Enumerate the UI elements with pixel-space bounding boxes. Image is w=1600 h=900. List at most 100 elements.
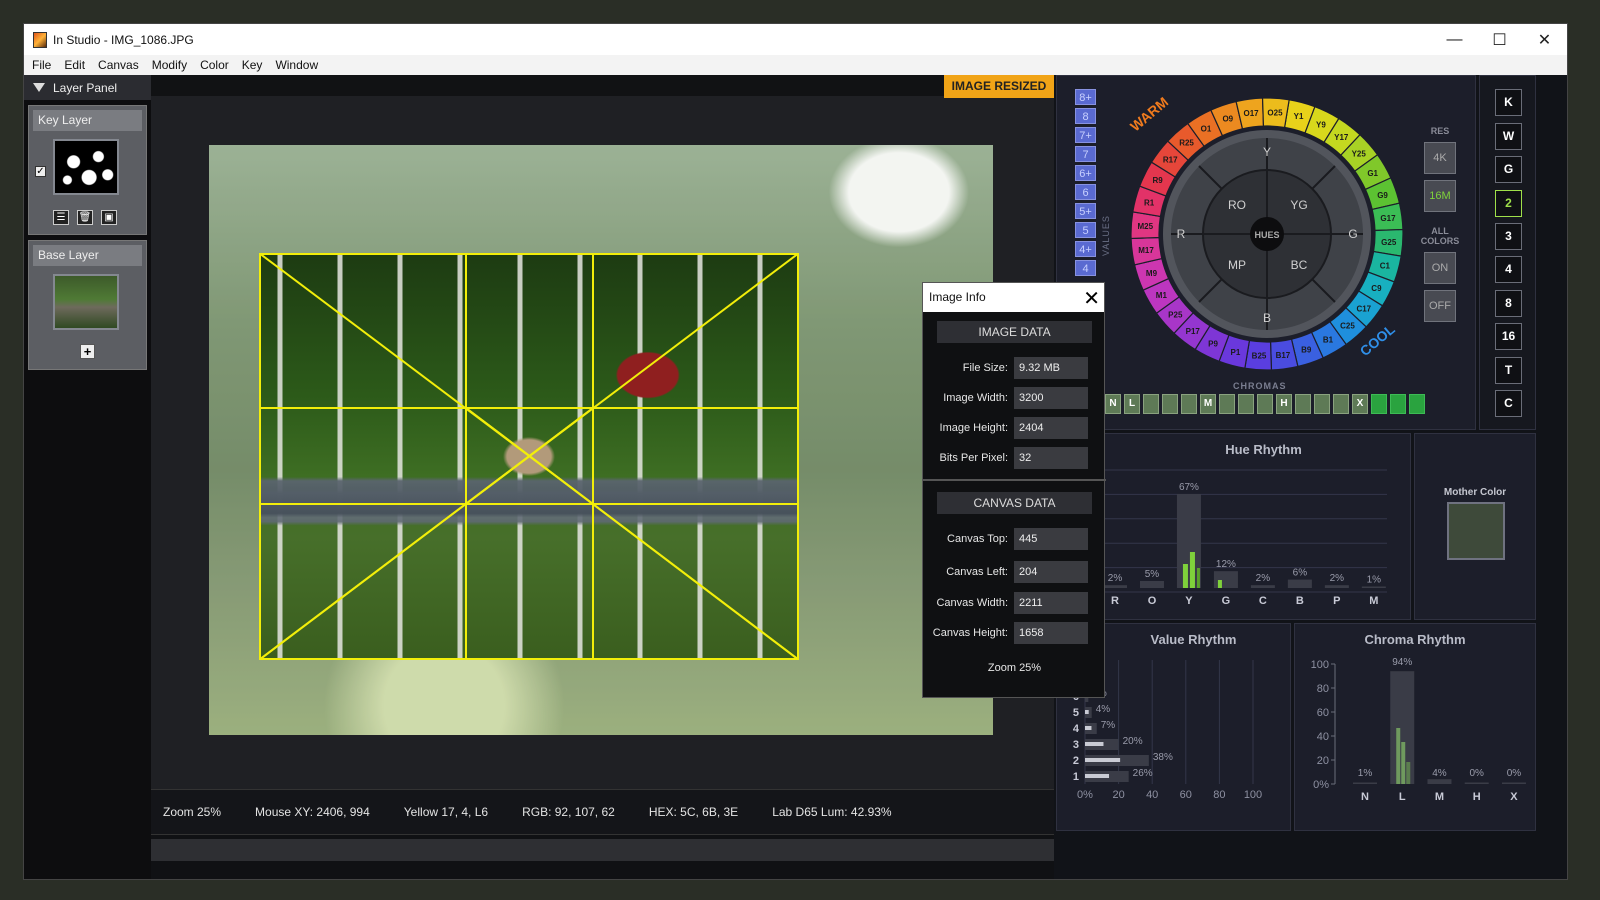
menu-key[interactable]: Key [237, 58, 268, 72]
hue-segment-label: Y25 [1352, 150, 1367, 159]
chroma-bar-detail [1396, 728, 1401, 784]
menu-file[interactable]: File [27, 58, 56, 72]
key-2-button[interactable]: 2 [1495, 190, 1522, 217]
key-layer-visibility-checkbox[interactable]: ✓ [35, 166, 46, 177]
axis-g[interactable]: G [1348, 227, 1357, 241]
chroma-chip[interactable] [1371, 394, 1387, 414]
canvas-area[interactable]: IMAGE RESIZED [151, 75, 1054, 805]
value-chip[interactable]: 6+ [1075, 165, 1096, 181]
hue-segment-label: G25 [1381, 238, 1397, 247]
save-icon[interactable]: ▣ [101, 210, 117, 225]
values-label: VALUES [1101, 215, 1111, 256]
key-g-button[interactable]: G [1495, 156, 1522, 183]
chroma-chip[interactable]: H [1276, 394, 1292, 414]
chroma-chip[interactable] [1238, 394, 1254, 414]
photo-canvas[interactable] [209, 145, 993, 735]
maximize-button[interactable]: ☐ [1477, 24, 1522, 55]
image-info-title: Image Info [929, 290, 986, 304]
hue-category-label: P [1333, 595, 1340, 607]
close-icon[interactable]: ✕ [1083, 285, 1100, 314]
value-chip[interactable]: 5 [1075, 222, 1096, 238]
hue-segment-label: M17 [1138, 246, 1154, 255]
collapse-triangle-icon[interactable] [33, 83, 45, 92]
hue-data-label: 6% [1293, 568, 1308, 579]
base-layer-card[interactable]: Base Layer + [28, 240, 147, 370]
canvas-width-row: Canvas Width: 2211 [923, 592, 1106, 614]
menu-edit[interactable]: Edit [59, 58, 90, 72]
chroma-data-label: 0% [1507, 768, 1522, 779]
base-layer-thumbnail[interactable] [53, 274, 119, 330]
hue-category-label: C [1259, 595, 1267, 607]
menu-canvas[interactable]: Canvas [93, 58, 144, 72]
trash-icon[interactable]: 🗑 [77, 210, 93, 225]
value-chip[interactable]: 4+ [1075, 241, 1096, 257]
hue-data-label: 5% [1145, 569, 1160, 580]
status-zoom: Zoom 25% [163, 805, 222, 819]
horizontal-scrollbar[interactable] [151, 839, 1054, 861]
chroma-chip[interactable] [1333, 394, 1349, 414]
key-w-button[interactable]: W [1495, 123, 1522, 150]
add-layer-button[interactable]: + [80, 344, 95, 359]
chroma-chip[interactable]: M [1200, 394, 1216, 414]
axis-r[interactable]: R [1177, 227, 1186, 241]
hue-bar-detail [1217, 580, 1222, 588]
res-4k-button[interactable]: 4K [1424, 142, 1456, 174]
chroma-chip[interactable]: L [1124, 394, 1140, 414]
chroma-chip[interactable] [1390, 394, 1406, 414]
key-16-button[interactable]: 16 [1495, 323, 1522, 350]
quadrant-bc[interactable]: BC [1291, 258, 1308, 272]
bits-per-pixel-value: 32 [1014, 447, 1088, 469]
image-width-row: Image Width: 3200 [923, 387, 1106, 409]
all-colors-on-button[interactable]: ON [1424, 252, 1456, 284]
res-16m-button[interactable]: 16M [1424, 180, 1456, 212]
all-colors-off-button[interactable]: OFF [1424, 290, 1456, 322]
chroma-chip[interactable] [1295, 394, 1311, 414]
hue-segment-label: P17 [1186, 327, 1201, 336]
value-chip[interactable]: 7+ [1075, 127, 1096, 143]
chroma-chip[interactable] [1219, 394, 1235, 414]
axis-b[interactable]: B [1263, 311, 1271, 325]
chroma-chip[interactable] [1409, 394, 1425, 414]
value-chip[interactable]: 8 [1075, 108, 1096, 124]
key-layer-card[interactable]: Key Layer ✓ ☰ 🗑 ▣ [28, 105, 147, 235]
key-4-button[interactable]: 4 [1495, 256, 1522, 283]
mother-color-swatch[interactable] [1447, 502, 1505, 560]
key-8-button[interactable]: 8 [1495, 290, 1522, 317]
chroma-chip[interactable]: X [1352, 394, 1368, 414]
quadrant-yg[interactable]: YG [1290, 198, 1307, 212]
chroma-chip[interactable]: N [1105, 394, 1121, 414]
value-chip[interactable]: 4 [1075, 260, 1096, 276]
value-chip[interactable]: 5+ [1075, 203, 1096, 219]
close-window-button[interactable]: ✕ [1522, 24, 1567, 55]
value-chip[interactable]: 7 [1075, 146, 1096, 162]
crop-region[interactable] [259, 253, 799, 660]
chroma-chip[interactable] [1143, 394, 1159, 414]
key-3-button[interactable]: 3 [1495, 223, 1522, 250]
hue-segment-label: B25 [1252, 352, 1267, 361]
mother-color-panel: Mother Color [1414, 433, 1536, 620]
minimize-button[interactable]: — [1432, 24, 1477, 55]
app-window: In Studio - IMG_1086.JPG — ☐ ✕ File Edit… [23, 23, 1568, 880]
value-chip[interactable]: 8+ [1075, 89, 1096, 105]
axis-y[interactable]: Y [1263, 145, 1271, 159]
menu-color[interactable]: Color [195, 58, 234, 72]
wheel-center-label[interactable]: HUES [1254, 230, 1279, 240]
chroma-chip[interactable] [1162, 394, 1178, 414]
layer-panel-header[interactable]: Layer Panel [24, 75, 151, 100]
menu-modify[interactable]: Modify [147, 58, 192, 72]
hue-bar [1213, 571, 1238, 588]
key-layer-thumbnail[interactable] [53, 139, 119, 195]
key-k-button[interactable]: K [1495, 89, 1522, 116]
quadrant-mp[interactable]: MP [1228, 258, 1246, 272]
value-chip[interactable]: 6 [1075, 184, 1096, 200]
layer-merge-icon[interactable]: ☰ [53, 210, 69, 225]
key-c-button[interactable]: C [1495, 390, 1522, 417]
chroma-chip[interactable] [1257, 394, 1273, 414]
chroma-chip[interactable] [1181, 394, 1197, 414]
status-color-name: Yellow 17, 4, L6 [403, 805, 489, 819]
quadrant-ro[interactable]: RO [1228, 198, 1246, 212]
key-t-button[interactable]: T [1495, 357, 1522, 384]
value-x-tick: 100 [1244, 789, 1262, 801]
chroma-chip[interactable] [1314, 394, 1330, 414]
menu-window[interactable]: Window [270, 58, 323, 72]
